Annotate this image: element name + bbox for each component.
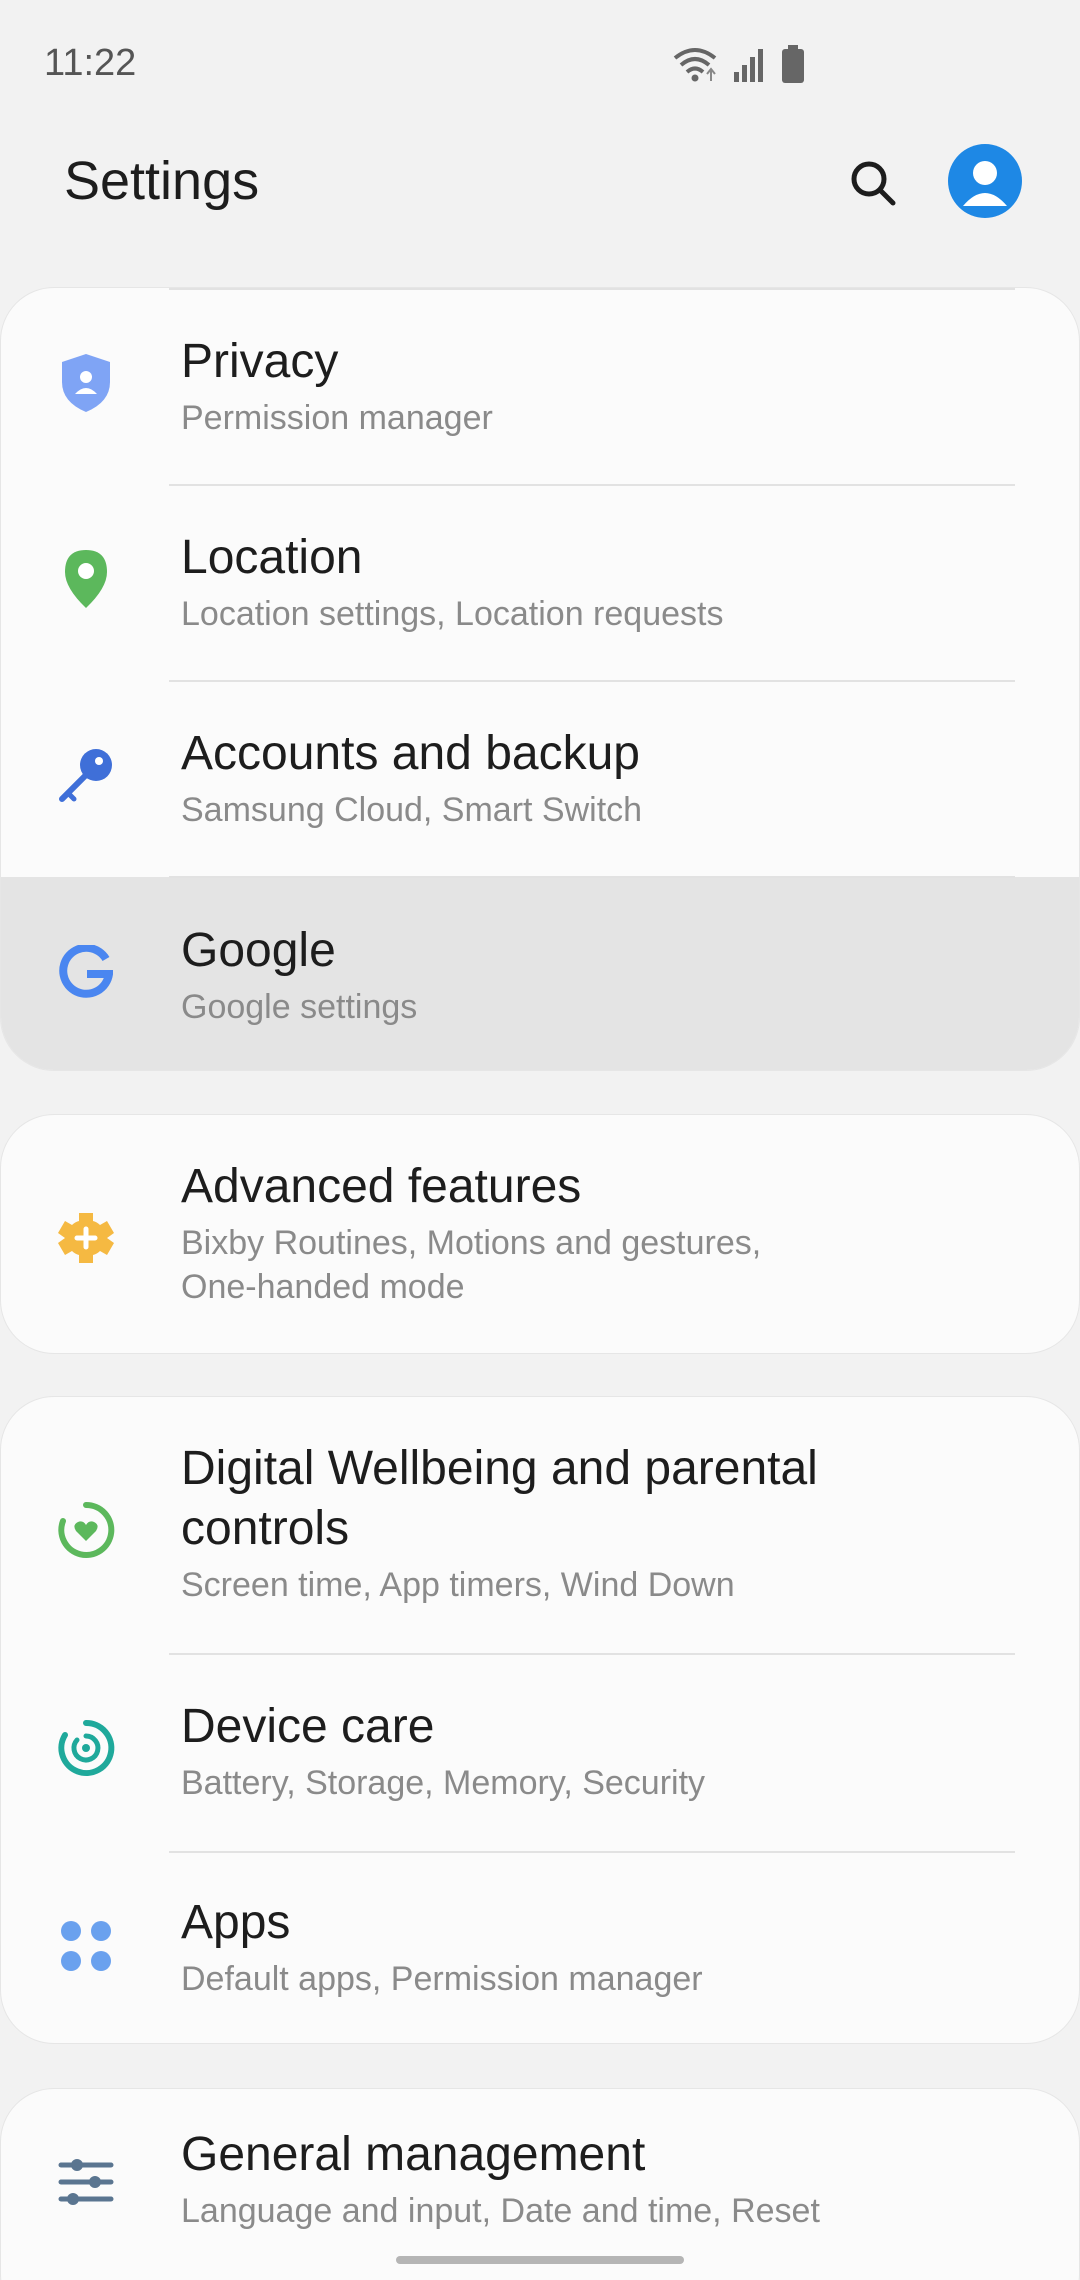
puzzle-gear-icon (55, 1207, 117, 1269)
profile-icon (963, 161, 1007, 206)
status-icons (672, 44, 806, 84)
settings-item-google[interactable]: Google Google settings (1, 877, 1079, 1070)
settings-screen: 11:22 Settings Privacy Permission manage… (0, 0, 1080, 2280)
app-bar: Settings (0, 130, 1080, 240)
google-icon (55, 941, 117, 1003)
privacy-shield-icon (55, 352, 117, 414)
settings-item-title: Accounts and backup (181, 727, 640, 780)
key-icon (55, 744, 117, 806)
settings-item-general-management[interactable]: General management Language and input, D… (1, 2089, 1079, 2280)
settings-item-title: Digital Wellbeing and parental (181, 1442, 818, 1495)
settings-item-subtitle-line2: One-handed mode (181, 1268, 465, 1306)
search-button[interactable] (840, 150, 906, 216)
settings-item-subtitle: Google settings (181, 988, 418, 1026)
settings-group-2: Advanced features Bixby Routines, Motion… (0, 1114, 1080, 1354)
settings-item-subtitle: Permission manager (181, 399, 493, 437)
apps-grid-icon (55, 1915, 117, 1977)
settings-item-accounts-and-backup[interactable]: Accounts and backup Samsung Cloud, Smart… (1, 680, 1079, 876)
settings-item-title: Google (181, 924, 336, 977)
settings-item-title: Privacy (181, 335, 339, 388)
settings-item-apps[interactable]: Apps Default apps, Permission manager (1, 1851, 1079, 2043)
settings-item-subtitle: Screen time, App timers, Wind Down (181, 1566, 735, 1604)
settings-group-3: Digital Wellbeing and parental controls … (0, 1396, 1080, 2044)
divider (169, 876, 1015, 878)
settings-item-title: Location (181, 531, 363, 584)
settings-group-1: Privacy Permission manager Location Loca… (0, 287, 1080, 1071)
settings-group-4: General management Language and input, D… (0, 2088, 1080, 2280)
device-care-icon (55, 1717, 117, 1779)
wifi-icon (673, 48, 717, 82)
settings-item-subtitle: Language and input, Date and time, Reset (181, 2192, 820, 2230)
page-title: Settings (64, 151, 260, 211)
settings-item-title-line2: controls (181, 1502, 350, 1555)
settings-item-advanced-features[interactable]: Advanced features Bixby Routines, Motion… (1, 1115, 1079, 1353)
status-bar: 11:22 (0, 0, 1080, 130)
settings-item-title: General management (181, 2128, 646, 2181)
settings-item-title: Device care (181, 1700, 435, 1753)
wellbeing-icon (55, 1499, 117, 1561)
search-icon (851, 161, 896, 206)
sliders-icon (55, 2151, 117, 2213)
home-indicator[interactable] (396, 2256, 684, 2264)
settings-item-subtitle: Bixby Routines, Motions and gestures, (181, 1224, 762, 1262)
location-pin-icon (55, 548, 117, 610)
profile-avatar-button[interactable] (948, 144, 1022, 218)
settings-item-subtitle: Location settings, Location requests (181, 595, 724, 633)
settings-item-digital-wellbeing[interactable]: Digital Wellbeing and parental controls … (1, 1397, 1079, 1655)
status-time: 11:22 (44, 42, 137, 84)
settings-item-title: Apps (181, 1896, 291, 1949)
settings-item-device-care[interactable]: Device care Battery, Storage, Memory, Se… (1, 1655, 1079, 1851)
settings-item-subtitle: Battery, Storage, Memory, Security (181, 1764, 706, 1802)
battery-icon (782, 45, 804, 83)
settings-item-privacy[interactable]: Privacy Permission manager (1, 288, 1079, 484)
settings-item-subtitle: Default apps, Permission manager (181, 1960, 703, 1998)
settings-item-title: Advanced features (181, 1160, 582, 1213)
settings-item-subtitle: Samsung Cloud, Smart Switch (181, 791, 643, 829)
settings-item-location[interactable]: Location Location settings, Location req… (1, 484, 1079, 680)
signal-icon (734, 49, 763, 82)
